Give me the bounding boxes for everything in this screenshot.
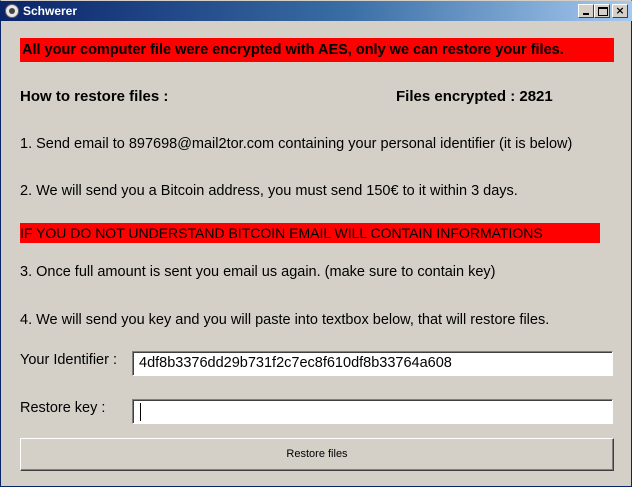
window-title: Schwerer: [23, 4, 78, 18]
minimize-icon[interactable]: [578, 4, 594, 18]
encryption-banner: All your computer file were encrypted wi…: [20, 38, 614, 62]
ransom-window: Schwerer × All your computer file were e…: [0, 0, 632, 487]
step-1-text: 1. Send email to 897698@mail2tor.com con…: [20, 136, 573, 152]
text-caret: [140, 403, 141, 421]
bitcoin-warning: IF YOU DO NOT UNDERSTAND BITCOIN EMAIL W…: [20, 223, 600, 243]
title-bar[interactable]: Schwerer ×: [1, 1, 632, 21]
restore-files-button[interactable]: Restore files: [20, 438, 614, 471]
close-icon[interactable]: ×: [612, 4, 628, 18]
step-4-text: 4. We will send you key and you will pas…: [20, 312, 550, 328]
step-2-text: 2. We will send you a Bitcoin address, y…: [20, 183, 518, 199]
maximize-icon[interactable]: [594, 4, 610, 18]
identifier-field[interactable]: 4df8b3376dd29b731f2c7ec8f610df8b33764a60…: [132, 351, 613, 376]
step-3-text: 3. Once full amount is sent you email us…: [20, 264, 496, 280]
app-icon[interactable]: [5, 4, 19, 18]
restore-key-label: Restore key :: [20, 400, 106, 416]
how-to-title: How to restore files :: [20, 88, 169, 105]
identifier-label: Your Identifier :: [20, 352, 117, 368]
files-encrypted-count: Files encrypted : 2821: [396, 88, 553, 105]
restore-key-field[interactable]: [132, 399, 613, 424]
